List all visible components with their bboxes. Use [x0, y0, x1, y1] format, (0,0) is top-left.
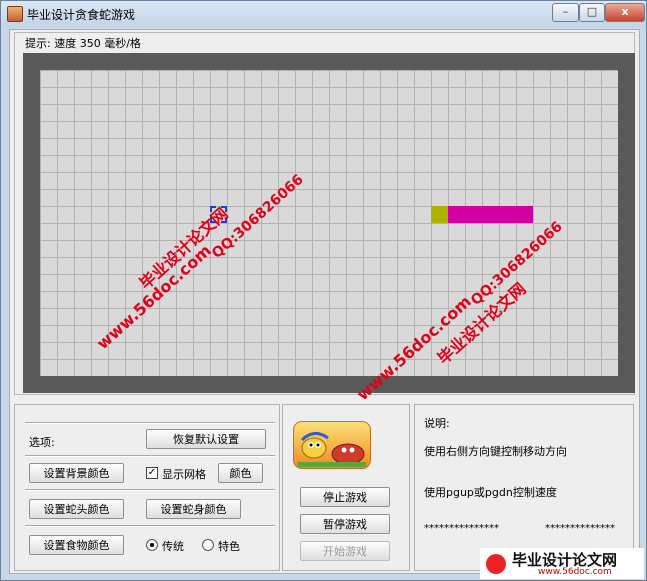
title-bar: 毕业设计贪食蛇游戏 – □ x — [1, 1, 646, 27]
app-icon — [7, 6, 23, 22]
snake-body-segment — [499, 206, 516, 223]
mode-traditional-label: 传统 — [162, 540, 184, 553]
snake-body-segment — [516, 206, 533, 223]
game-logo-image — [293, 421, 371, 469]
divider — [25, 525, 275, 527]
options-panel: 选项: 恢复默认设置 设置背景颜色 ✓ 显示网格 颜色 设置蛇头颜色 设置蛇身颜… — [14, 404, 280, 571]
snake-head — [431, 206, 448, 223]
set-head-color-button[interactable]: 设置蛇头颜色 — [29, 499, 124, 519]
show-grid-checkbox[interactable]: ✓ — [146, 467, 158, 479]
pause-game-button[interactable]: 暂停游戏 — [300, 514, 390, 534]
show-grid-label: 显示网格 — [162, 468, 206, 481]
watermark-logo: 毕业设计论文网 www.56doc.com — [480, 548, 644, 579]
stop-game-button[interactable]: 停止游戏 — [300, 487, 390, 507]
set-background-color-button[interactable]: 设置背景颜色 — [29, 463, 124, 483]
logo-site: www.56doc.com — [538, 567, 612, 577]
mode-traditional-radio[interactable] — [146, 539, 158, 551]
maximize-button[interactable]: □ — [579, 3, 605, 22]
divider — [25, 489, 275, 491]
mode-special-radio[interactable] — [202, 539, 214, 551]
client-area: 提示: 速度 350 毫秒/格 选项: 恢复默认设置 设置背景颜色 ✓ 显示网格… — [9, 29, 640, 574]
options-label: 选项: — [29, 436, 55, 449]
help-panel: 说明: 使用右侧方向键控制移动方向 使用pgup或pgdn控制速度 ******… — [414, 404, 634, 571]
mode-special-label: 特色 — [218, 540, 240, 553]
help-line-speed: 使用pgup或pgdn控制速度 — [424, 486, 557, 499]
grid-color-button[interactable]: 颜色 — [218, 463, 263, 483]
set-body-color-button[interactable]: 设置蛇身颜色 — [146, 499, 241, 519]
divider — [25, 455, 275, 457]
help-title: 说明: — [424, 417, 450, 430]
close-button[interactable]: x — [605, 3, 645, 22]
start-game-button[interactable]: 开始游戏 — [300, 541, 390, 561]
help-line-direction: 使用右侧方向键控制移动方向 — [424, 445, 567, 458]
set-food-color-button[interactable]: 设置食物颜色 — [29, 535, 124, 555]
stars-right: ************** — [545, 523, 615, 534]
divider — [25, 422, 275, 424]
app-window: 毕业设计贪食蛇游戏 – □ x 提示: 速度 350 毫秒/格 选项: 恢复默认… — [0, 0, 647, 581]
minimize-button[interactable]: – — [552, 3, 579, 22]
logo-icon — [486, 554, 506, 574]
controls-panel: 停止游戏 暂停游戏 开始游戏 — [282, 404, 410, 571]
stars-left: *************** — [424, 523, 499, 534]
snake-body-segment — [448, 206, 465, 223]
window-title: 毕业设计贪食蛇游戏 — [27, 8, 136, 22]
snake-body-segment — [482, 206, 499, 223]
snake-body-segment — [465, 206, 482, 223]
speed-hint: 提示: 速度 350 毫秒/格 — [25, 37, 141, 50]
restore-defaults-button[interactable]: 恢复默认设置 — [146, 429, 266, 449]
